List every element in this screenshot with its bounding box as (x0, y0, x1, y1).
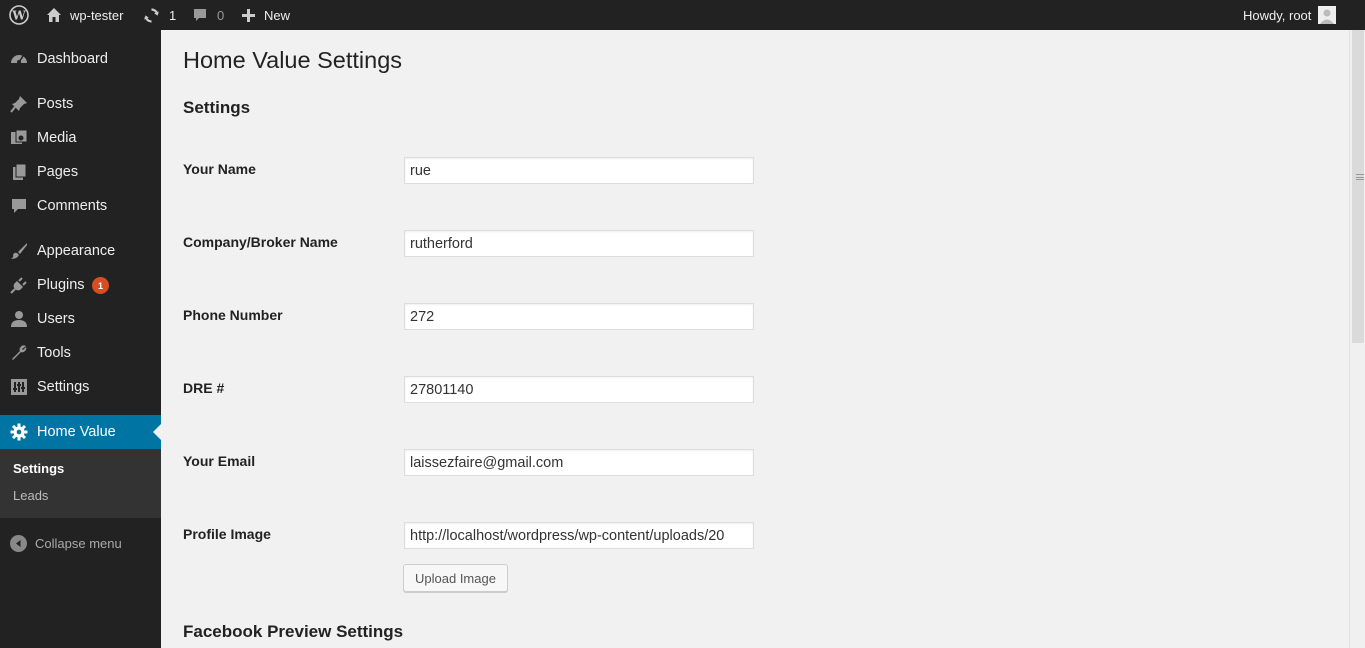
my-account-link[interactable]: Howdy, root (1243, 0, 1337, 30)
home-icon (46, 7, 62, 23)
menu-label: Settings (37, 379, 90, 395)
upload-image-button[interactable]: Upload Image (403, 564, 508, 592)
svg-text:W: W (11, 9, 26, 23)
section-title-settings: Settings (183, 98, 251, 117)
menu-item-media[interactable]: Media (0, 121, 161, 155)
menu-label: Dashboard (37, 51, 108, 67)
updates-icon (143, 7, 160, 24)
menu-item-dashboard[interactable]: Dashboard (0, 42, 161, 76)
section-title-facebook-preview: Facebook Preview Settings (183, 622, 404, 641)
menu-label: Appearance (37, 243, 116, 259)
menu-item-pages[interactable]: Pages (0, 155, 161, 189)
admin-menu: Dashboard Posts Media Pages Comments App… (0, 30, 161, 648)
updates-link[interactable]: 1 (143, 0, 176, 30)
pushpin-icon (10, 95, 28, 113)
label-your-name: Your Name (183, 161, 256, 177)
wordpress-logo-icon[interactable]: W (9, 0, 29, 30)
site-name: wp-tester (70, 7, 124, 23)
brush-icon (10, 242, 28, 260)
main-content: Home Value Settings Settings Your Name r… (161, 30, 1349, 648)
media-icon (10, 129, 28, 147)
menu-item-home-value[interactable]: Home Value (0, 415, 161, 449)
new-label: New (264, 7, 291, 23)
comments-link[interactable]: 0 (192, 0, 224, 30)
menu-label: Media (37, 130, 77, 146)
comment-bubble-icon (192, 7, 208, 23)
plugin-update-badge: 1 (92, 277, 109, 294)
your-email-input[interactable]: laissezfaire@gmail.com (404, 449, 754, 476)
submenu-item-settings[interactable]: Settings (13, 461, 64, 476)
menu-item-appearance[interactable]: Appearance (0, 234, 161, 268)
dashboard-icon (10, 50, 28, 68)
menu-label: Users (37, 311, 75, 327)
plus-icon (241, 8, 256, 23)
menu-label: Posts (37, 96, 74, 112)
comment-icon (10, 197, 28, 215)
menu-item-settings[interactable]: Settings (0, 370, 161, 404)
profile-image-url-input[interactable]: http://localhost/wordpress/wp-content/up… (404, 522, 754, 549)
menu-item-users[interactable]: Users (0, 302, 161, 336)
menu-label: Tools (37, 345, 71, 361)
settings-sliders-icon (10, 378, 28, 396)
menu-label: Comments (37, 198, 108, 214)
submenu-item-leads[interactable]: Leads (13, 488, 48, 503)
wrench-icon (10, 344, 28, 362)
plugin-icon (10, 276, 28, 294)
home-value-submenu: Settings Leads (0, 449, 161, 518)
gear-icon (10, 423, 28, 441)
updates-count: 1 (169, 7, 177, 23)
menu-item-comments[interactable]: Comments (0, 189, 161, 223)
dre-number-input[interactable]: 27801140 (404, 376, 754, 403)
site-name-link[interactable]: wp-tester (46, 0, 123, 30)
collapse-menu-button[interactable]: Collapse menu (10, 535, 122, 552)
comments-count: 0 (217, 7, 225, 23)
admin-bar: W wp-tester 1 0 New Howdy, root (0, 0, 1365, 30)
menu-label: Home Value (37, 424, 116, 440)
menu-label: Pages (37, 164, 79, 180)
your-name-input[interactable]: rue (404, 157, 754, 184)
scrollbar-grip-icon (1356, 174, 1364, 180)
page-title: Home Value Settings (183, 47, 403, 73)
label-company-broker-name: Company/Broker Name (183, 234, 338, 250)
page-scrollbar[interactable] (1349, 30, 1365, 648)
menu-label: Plugins (37, 277, 85, 293)
pages-icon (10, 163, 28, 181)
menu-item-tools[interactable]: Tools (0, 336, 161, 370)
label-dre-number: DRE # (183, 380, 225, 396)
phone-number-input[interactable]: 272 (404, 303, 754, 330)
label-your-email: Your Email (183, 453, 256, 469)
collapse-arrow-icon (10, 535, 27, 552)
avatar (1318, 6, 1337, 24)
collapse-label: Collapse menu (35, 536, 122, 551)
label-profile-image: Profile Image (183, 526, 271, 542)
scrollbar-thumb[interactable] (1352, 30, 1364, 343)
user-icon (10, 310, 28, 328)
menu-item-posts[interactable]: Posts (0, 87, 161, 121)
label-phone-number: Phone Number (183, 307, 283, 323)
company-broker-name-input[interactable]: rutherford (404, 230, 754, 257)
howdy-text: Howdy, root (1243, 7, 1312, 23)
menu-item-plugins[interactable]: Plugins 1 (0, 268, 161, 302)
new-content-link[interactable]: New (241, 0, 290, 30)
